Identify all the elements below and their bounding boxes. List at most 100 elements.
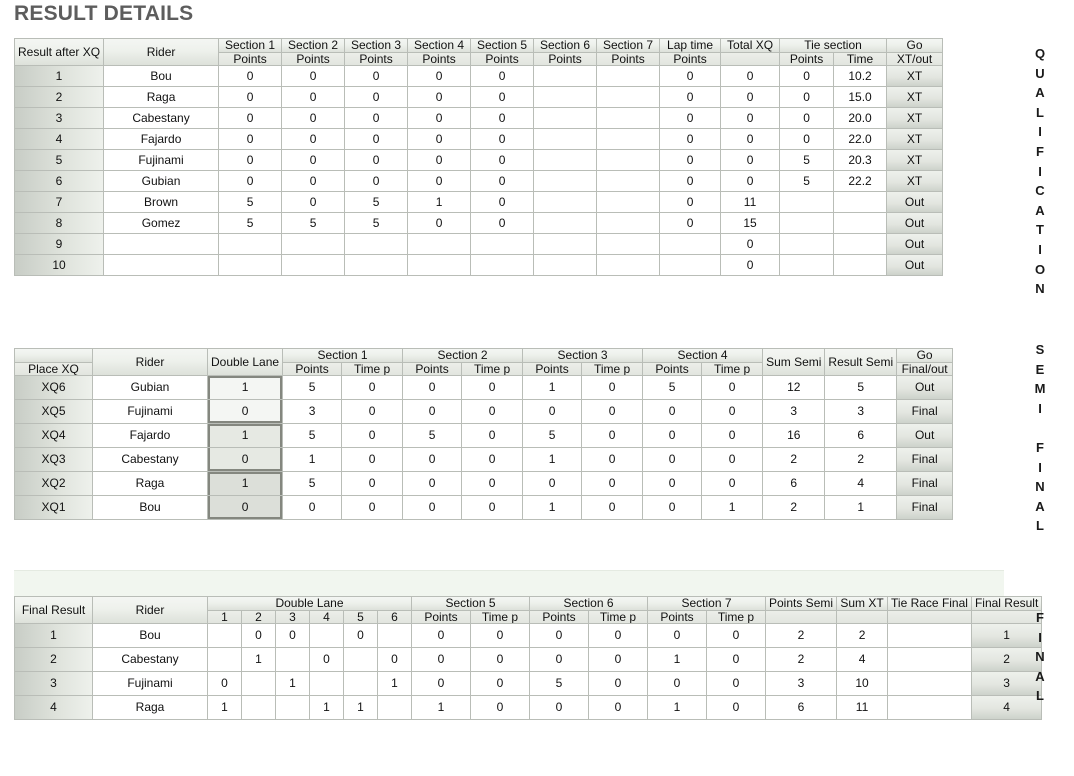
qual-go-cell: XT	[887, 171, 943, 192]
final-lane-6-cell	[378, 696, 411, 720]
semi-col-result-semi: Result Semi	[825, 349, 897, 376]
side-label-letter: C	[1035, 183, 1045, 199]
side-label-letter: A	[1035, 668, 1045, 684]
semi-section-1-time-cell: 0	[342, 496, 403, 520]
qual-section-3-cell: 5	[345, 192, 408, 213]
qual-section-6-cell	[534, 171, 597, 192]
final-rank-cell: 3	[15, 672, 92, 696]
final-lane-3-cell: 0	[276, 624, 309, 648]
side-label-letter: I	[1038, 459, 1042, 475]
side-label-final: FINAL	[1018, 608, 1062, 706]
qual-sub-section-5: Points	[471, 52, 534, 66]
qual-section-2-cell: 5	[282, 213, 345, 234]
final-table-wrap: Final Result Rider Double Lane Section 5…	[14, 596, 1043, 721]
semi-sum-cell: 6	[763, 472, 825, 496]
semi-section-3-time-cell: 0	[582, 400, 643, 424]
qual-section-6-cell	[534, 234, 597, 255]
semi-rider-cell: Fajardo	[93, 424, 207, 448]
semi-final-table: Rider Double Lane Section 1 Section 2 Se…	[14, 348, 954, 521]
semi-place-cell: XQ2	[15, 472, 92, 496]
side-label-letter: N	[1035, 649, 1045, 665]
qual-section-7-cell	[597, 108, 660, 129]
final-rider-cell: Bou	[93, 624, 207, 648]
side-label-letter: L	[1036, 518, 1044, 534]
semi-section-4-points-cell: 0	[643, 472, 702, 496]
final-lane-4-cell	[310, 624, 343, 648]
qual-section-6-cell	[534, 192, 597, 213]
semi-sum-cell: 2	[763, 496, 825, 520]
qual-rider-cell: Cabestany	[104, 108, 219, 129]
semi-col-sum-semi: Sum Semi	[763, 349, 825, 376]
qual-lap-time-cell: 0	[660, 87, 721, 108]
semi-sub-s4-time: Time p	[702, 362, 763, 376]
semi-col-section-1: Section 1	[283, 349, 403, 362]
qual-section-2-cell: 0	[282, 108, 345, 129]
qualification-table-body: 1 Bou 0 0 0 0 0 0 0 0 10.2 XT 2 Raga 0 0 0 0 0 0 0 0 15.0 XT 3 Ca…	[15, 66, 943, 276]
semi-double-lane-cell: 0	[208, 496, 283, 520]
table-row: 5 Fujinami 0 0 0 0 0 0 0 5 20.3 XT	[15, 150, 943, 171]
table-row: 1 Bou 0 0 0 0 0 0 0 0 10.2 XT	[15, 66, 943, 87]
qual-section-3-cell	[345, 234, 408, 255]
table-row: 2 Raga 0 0 0 0 0 0 0 0 15.0 XT	[15, 87, 943, 108]
final-section-5-points-cell: 1	[412, 696, 470, 720]
qual-section-6-cell	[534, 213, 597, 234]
qual-tie-time-cell: 20.0	[834, 108, 887, 129]
semi-place-cell: XQ6	[15, 376, 92, 400]
qual-section-2-cell: 0	[282, 87, 345, 108]
semi-section-1-points-cell: 5	[283, 424, 342, 448]
final-section-5-time-cell: 0	[471, 672, 529, 696]
final-lane-1-cell	[208, 624, 241, 648]
semi-section-4-time-cell: 0	[702, 400, 763, 424]
qual-section-5-cell: 0	[471, 213, 534, 234]
qual-section-6-cell	[534, 255, 597, 276]
qual-rank-cell: 2	[15, 87, 104, 108]
qual-tie-points-cell	[780, 234, 834, 255]
qual-sub-tie-points: Points	[780, 52, 834, 66]
final-section-band	[14, 570, 1004, 599]
final-section-6-points-cell: 5	[530, 672, 588, 696]
qual-tie-points-cell: 0	[780, 66, 834, 87]
semi-section-1-time-cell: 0	[342, 472, 403, 496]
qual-section-6-cell	[534, 150, 597, 171]
qual-total-xq-cell: 0	[721, 255, 780, 276]
side-label-letter: L	[1036, 104, 1044, 120]
semi-go-cell: Out	[897, 424, 953, 448]
qual-tie-points-cell: 0	[780, 108, 834, 129]
qual-section-6-cell	[534, 87, 597, 108]
final-lane-3-cell	[276, 648, 309, 672]
table-row: XQ2 Raga 1 5 0 0 0 0 0 0 0 6 4 Final	[15, 472, 953, 496]
qual-rider-cell	[104, 234, 219, 255]
semi-sub-go: Final/out	[897, 362, 953, 376]
final-table-body: 1 Bou 0 0 0 0 0 0 0 0 0 2 2 1 2 Cabestany 1 0 0 0 0 0 0 1 0 2 4 2 3 F…	[15, 624, 1042, 720]
qual-tie-points-cell: 5	[780, 150, 834, 171]
semi-col-place-top	[15, 349, 92, 362]
qual-section-6-cell	[534, 129, 597, 150]
qual-section-3-cell: 0	[345, 66, 408, 87]
qual-rank-cell: 9	[15, 234, 104, 255]
final-sub-sum-xt	[837, 610, 888, 624]
final-sub-s5-time: Time p	[471, 610, 529, 624]
qual-tie-points-cell	[780, 192, 834, 213]
semi-sub-s2-time: Time p	[462, 362, 523, 376]
semi-result-cell: 2	[825, 448, 897, 472]
final-points-semi-cell: 2	[766, 624, 837, 648]
final-sum-xt-cell: 2	[837, 624, 888, 648]
qual-tie-points-cell	[780, 213, 834, 234]
semi-section-2-points-cell: 0	[403, 496, 462, 520]
semi-place-cell: XQ1	[15, 496, 92, 520]
semi-section-4-points-cell: 0	[643, 424, 702, 448]
qual-rank-cell: 10	[15, 255, 104, 276]
final-section-6-time-cell: 0	[589, 672, 647, 696]
final-section-6-time-cell: 0	[589, 648, 647, 672]
qual-go-cell: XT	[887, 150, 943, 171]
qual-section-5-cell: 0	[471, 192, 534, 213]
side-label-letter: I	[1038, 124, 1042, 140]
semi-section-3-points-cell: 1	[523, 376, 582, 400]
semi-section-3-time-cell: 0	[582, 472, 643, 496]
final-lane-2-cell	[242, 672, 275, 696]
qual-section-7-cell	[597, 87, 660, 108]
side-label-letter: A	[1035, 202, 1045, 218]
table-row: 4 Raga 1 1 1 1 0 0 0 1 0 6 11 4	[15, 696, 1042, 720]
qual-section-3-cell: 5	[345, 213, 408, 234]
qualification-table: Result after XQ Rider Section 1 Section …	[14, 38, 944, 277]
